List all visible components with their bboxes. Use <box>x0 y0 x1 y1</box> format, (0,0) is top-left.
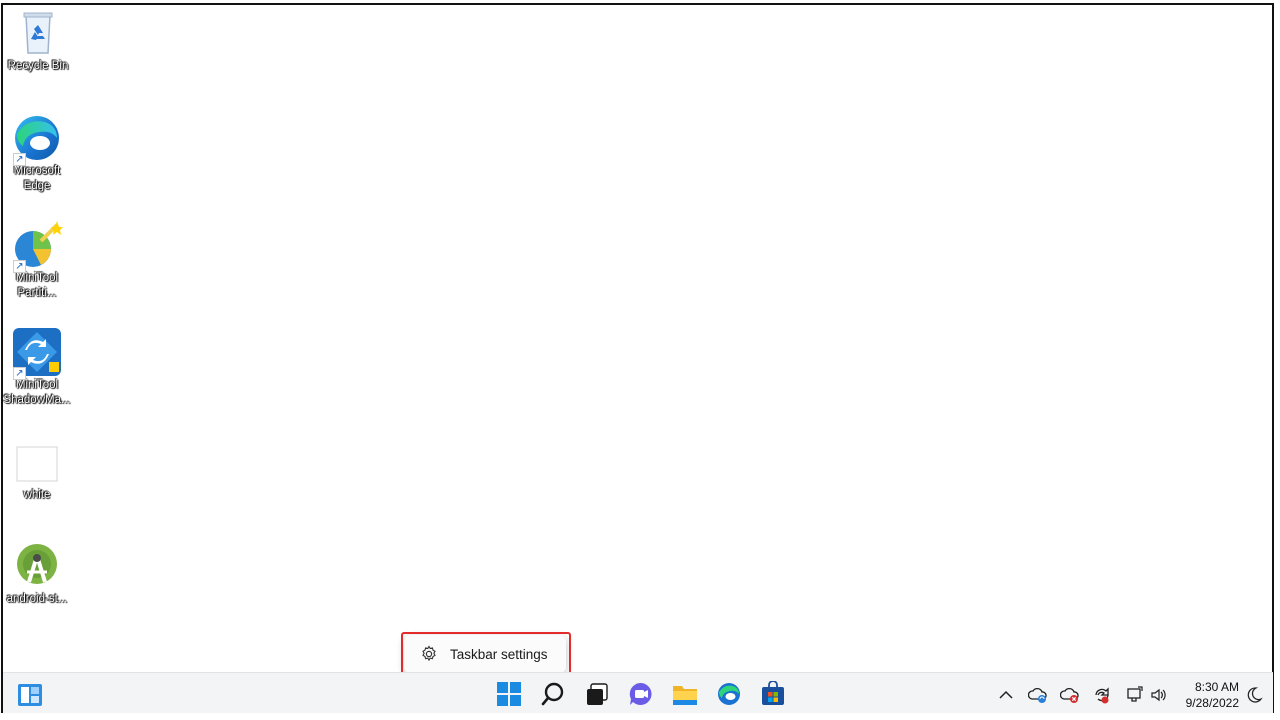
desktop-icon-edge[interactable]: ↗ Microsoft Edge <box>1 112 73 194</box>
android-studio-icon <box>11 540 63 592</box>
chat-icon[interactable] <box>628 681 654 707</box>
desktop-icon-recycle-bin[interactable]: Recycle Bin <box>2 7 74 74</box>
blank-file-icon <box>11 446 63 482</box>
minitool-shadowmaker-icon: ↗ <box>11 326 63 380</box>
desktop-icon-label: android-st... <box>6 593 68 605</box>
moon-icon[interactable] <box>1244 685 1264 705</box>
desktop-icon-label: Recycle Bin <box>7 60 69 72</box>
desktop-icon-label: MiniTool ShadowMa... <box>3 379 71 406</box>
desktop-icon-minitool-partition[interactable]: ↗ MiniTool Partiti... <box>1 219 73 301</box>
store-icon[interactable] <box>760 680 786 707</box>
highlight-box <box>401 632 571 677</box>
desktop-icon-label: white <box>23 489 51 501</box>
edge-icon[interactable] <box>716 681 742 707</box>
recycle-bin-icon <box>12 7 64 59</box>
desktop-icon-minitool-shadowmaker[interactable]: ↗ MiniTool ShadowMa... <box>1 326 73 408</box>
widgets-icon[interactable] <box>17 682 43 708</box>
shortcut-arrow-icon: ↗ <box>13 153 26 166</box>
shortcut-arrow-icon: ↗ <box>13 260 26 273</box>
edge-icon: ↗ <box>11 112 63 166</box>
minitool-partition-icon: ↗ <box>11 219 63 273</box>
desktop-icon-android-studio[interactable]: android-st... <box>1 540 73 607</box>
task-view-icon[interactable] <box>584 681 610 707</box>
shortcut-arrow-icon: ↗ <box>13 367 26 380</box>
taskbar: 8:30 AM 9/28/2022 <box>3 672 1273 713</box>
sync-alert-icon[interactable] <box>1092 685 1112 705</box>
volume-icon[interactable] <box>1149 685 1169 705</box>
desktop-icon-label: Microsoft Edge <box>13 165 61 192</box>
search-icon[interactable] <box>540 681 566 707</box>
desktop-frame <box>1 3 1274 713</box>
start-icon[interactable] <box>496 681 522 707</box>
system-clock[interactable]: 8:30 AM 9/28/2022 <box>1186 679 1239 711</box>
onedrive-sync-icon[interactable] <box>1027 685 1048 705</box>
clock-date: 9/28/2022 <box>1185 696 1239 710</box>
file-explorer-icon[interactable] <box>672 681 698 707</box>
clock-time: 8:30 AM <box>1194 680 1239 694</box>
chevron-up-icon[interactable] <box>996 685 1016 705</box>
onedrive-error-icon[interactable] <box>1059 685 1080 705</box>
desktop-icon-label: MiniTool Partiti... <box>15 272 59 299</box>
network-icon[interactable] <box>1124 685 1144 705</box>
desktop-icon-white[interactable]: white <box>1 446 73 503</box>
